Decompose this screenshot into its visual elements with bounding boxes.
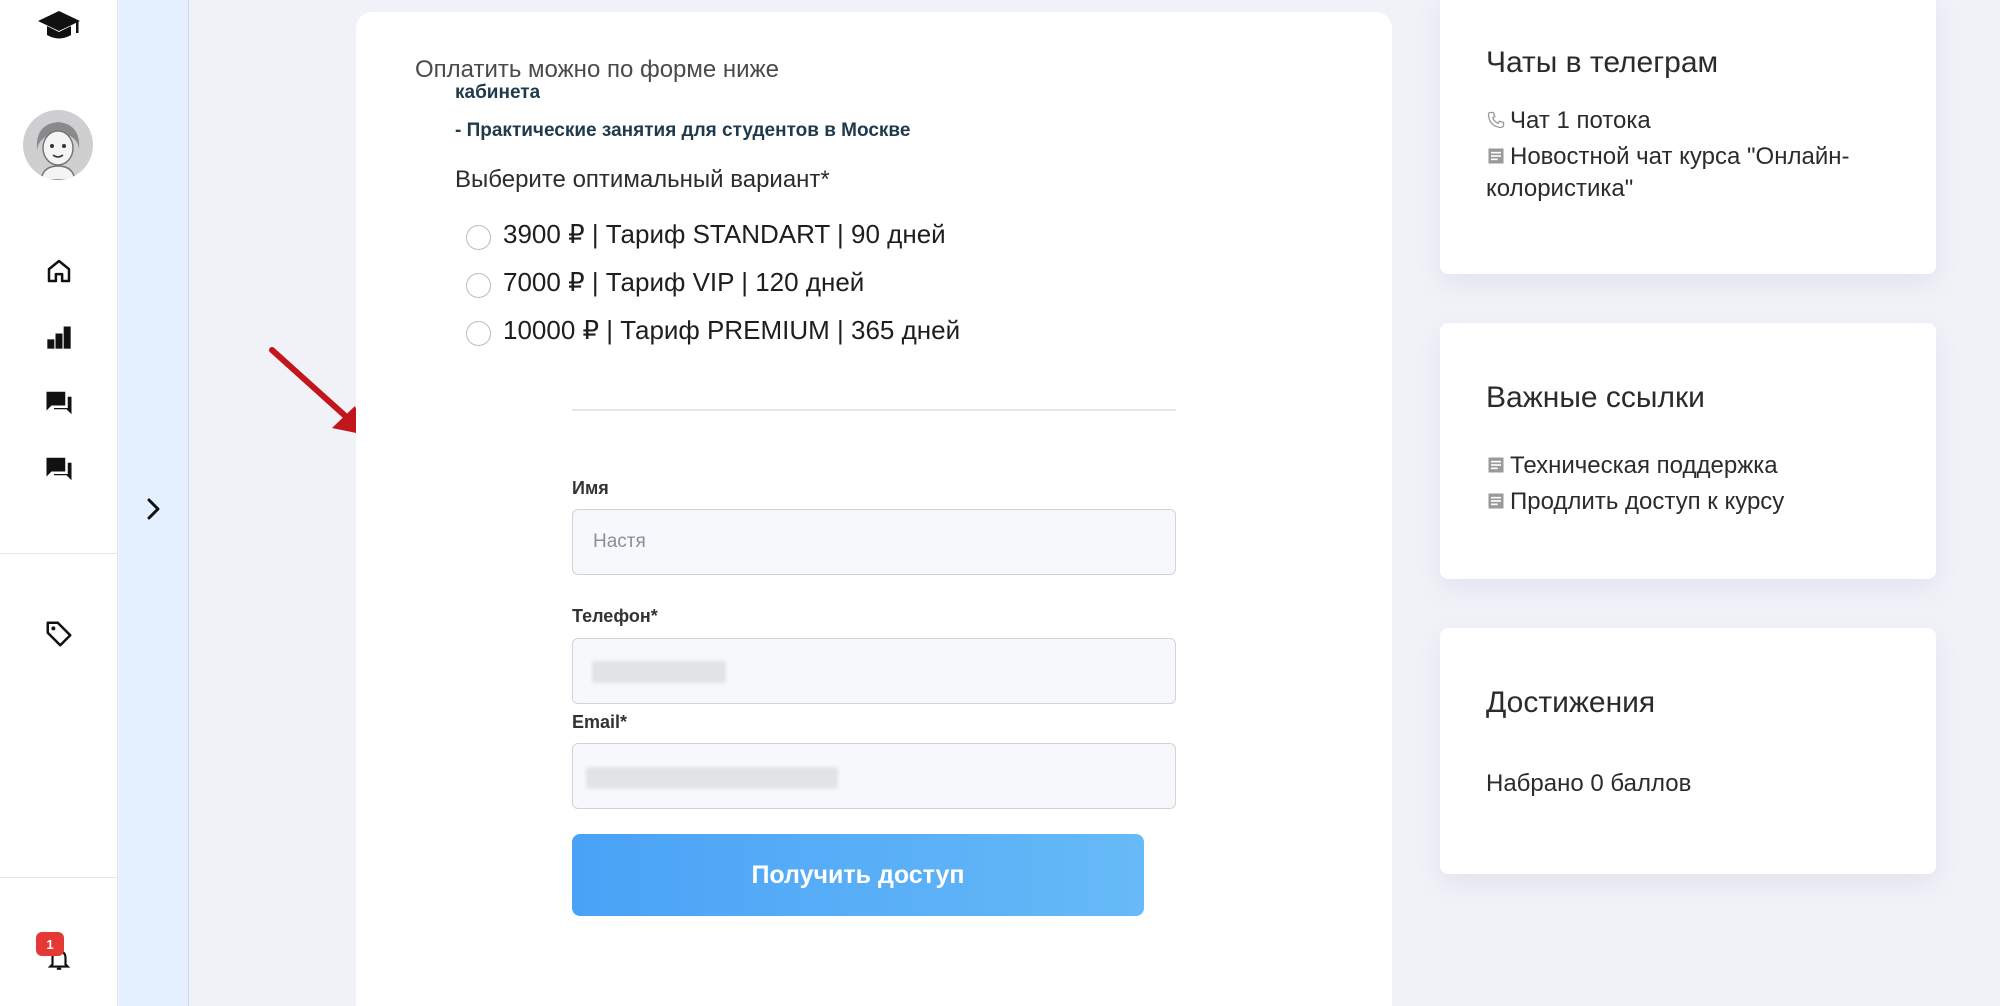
tariff-option-standart[interactable]: 3900 ₽ | Тариф STANDART | 90 дней [466, 210, 960, 258]
bar-chart-icon[interactable] [0, 320, 118, 354]
email-label: Email* [572, 712, 628, 732]
cut-text: кабинета [455, 82, 541, 103]
chat-icon[interactable] [0, 386, 118, 420]
avatar[interactable] [23, 110, 93, 180]
telegram-chats-card: Чаты в телеграм Чат 1 потока Новостной ч… [1440, 0, 1936, 274]
tariff-option-vip[interactable]: 7000 ₽ | Тариф VIP | 120 дней [466, 258, 960, 306]
link-label: Продлить доступ к курсу [1510, 488, 1785, 515]
radio-button[interactable] [466, 272, 491, 298]
option-label: 7000 ₽ | Тариф VIP | 120 дней [503, 266, 865, 297]
tariff-options: 3900 ₽ | Тариф STANDART | 90 дней 7000 ₽… [466, 210, 960, 354]
telegram-chats-title: Чаты в телеграм [1486, 46, 1719, 79]
name-field[interactable] [572, 509, 1176, 575]
home-icon[interactable] [0, 254, 118, 288]
option-label: 10000 ₽ | Тариф PREMIUM | 365 дней [503, 314, 961, 345]
option-label: 3900 ₽ | Тариф STANDART | 90 дней [503, 218, 946, 249]
graduation-cap-icon[interactable] [0, 6, 118, 46]
telegram-link-news[interactable]: Новостной чат курса "Онлайн-колористика" [1486, 142, 1906, 204]
radio-button[interactable] [466, 224, 491, 250]
phone-icon [1486, 108, 1510, 138]
redacted-email [586, 767, 838, 789]
payment-intro-text: Оплатить можно по форме ниже [415, 56, 779, 83]
telegram-link-stream[interactable]: Чат 1 потока [1486, 106, 1906, 138]
radio-button[interactable] [466, 320, 491, 346]
important-links-card: Важные ссылки Техническая поддержка Прод… [1440, 323, 1936, 579]
chat-icon[interactable] [0, 452, 118, 486]
achievements-title: Достижения [1486, 686, 1656, 719]
get-access-button[interactable]: Получить доступ [572, 834, 1144, 916]
important-links-title: Важные ссылки [1486, 381, 1705, 414]
points-text: Набрано 0 баллов [1486, 770, 1692, 797]
link-label: Чат 1 потока [1510, 107, 1651, 134]
collapsed-panel [119, 0, 189, 1006]
practice-text: - Практические занятия для студентов в М… [455, 120, 911, 141]
redacted-phone [592, 661, 726, 683]
link-label: Техническая поддержка [1510, 452, 1778, 479]
left-sidebar: 1 [0, 0, 118, 1006]
link-label: Новостной чат курса "Онлайн-колористика" [1486, 143, 1850, 202]
notification-badge: 1 [36, 932, 64, 956]
sidebar-divider [0, 553, 118, 554]
sidebar-divider [0, 877, 118, 878]
chevron-right-icon [143, 496, 165, 527]
news-icon [1486, 453, 1510, 483]
form-divider [572, 409, 1176, 411]
name-label: Имя [572, 478, 609, 498]
tariff-option-premium[interactable]: 10000 ₽ | Тариф PREMIUM | 365 дней [466, 306, 960, 354]
news-icon [1486, 144, 1510, 174]
tariff-choose-label: Выберите оптимальный вариант* [455, 166, 830, 193]
achievements-card: Достижения Набрано 0 баллов [1440, 628, 1936, 874]
news-icon [1486, 489, 1510, 519]
phone-label: Телефон* [572, 606, 658, 626]
expand-panel-button[interactable] [139, 496, 169, 526]
link-tech-support[interactable]: Техническая поддержка [1486, 451, 1778, 483]
tag-icon[interactable] [0, 616, 118, 652]
payment-card: Оплатить можно по форме ниже кабинета - … [356, 12, 1392, 1006]
link-extend-access[interactable]: Продлить доступ к курсу [1486, 487, 1784, 519]
